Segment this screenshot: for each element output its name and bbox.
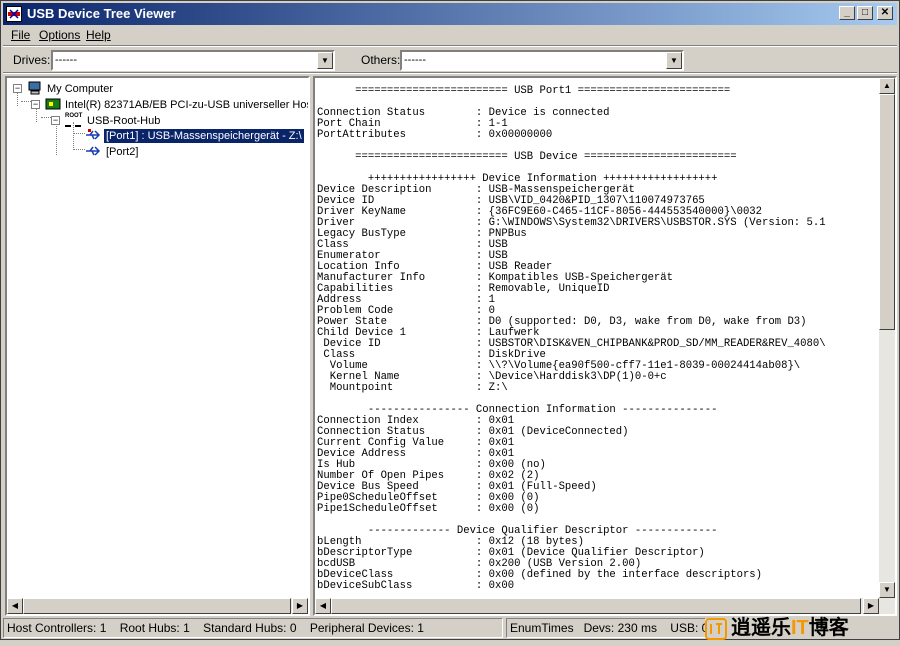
app-window: USB Device Tree Viewer _ □ ✕ File Option… — [0, 0, 900, 640]
drives-label: Drives: — [13, 53, 51, 67]
tree-node-label: My Computer — [47, 83, 114, 95]
watermark-logo-icon — [705, 617, 727, 640]
tree-node-port1[interactable]: [Port1] : USB-Massenspeichergerät - Z:\ — [85, 128, 308, 144]
host-controllers-count: Host Controllers: 1 — [7, 621, 107, 635]
usb-device-icon — [85, 128, 101, 142]
maximize-button[interactable]: □ — [857, 6, 873, 20]
scroll-right-icon[interactable]: ▶ — [863, 598, 879, 614]
scroll-up-icon[interactable]: ▲ — [879, 78, 895, 94]
tree-node-label: [Port1] : USB-Massenspeichergerät - Z:\ — [103, 128, 305, 144]
scroll-thumb[interactable] — [23, 598, 291, 614]
status-counts: Host Controllers: 1 Root Hubs: 1 Standar… — [3, 618, 503, 638]
peripheral-devices-count: Peripheral Devices: 1 — [309, 621, 424, 635]
detail-panel[interactable]: ======================== USB Port1 =====… — [313, 76, 897, 616]
computer-icon — [27, 81, 43, 95]
scroll-down-icon[interactable]: ▼ — [879, 582, 895, 598]
drives-value: ------ — [55, 54, 77, 66]
usb-time: USB: 0 ms — [670, 621, 705, 635]
collapse-icon[interactable]: − — [31, 100, 40, 109]
tree-node-host-controller[interactable]: − Intel(R) 82371AB/EB PCI-zu-USB univers… — [29, 97, 308, 113]
scroll-right-icon[interactable]: ▶ — [292, 598, 308, 614]
detail-text: ======================== USB Port1 =====… — [317, 85, 826, 592]
scroll-thumb[interactable] — [879, 94, 895, 330]
others-dropdown-arrow-icon[interactable]: ▼ — [666, 52, 682, 69]
tree-line — [73, 149, 85, 150]
tree-node-label: USB-Root-Hub — [87, 115, 161, 127]
window-title: USB Device Tree Viewer — [27, 6, 176, 21]
title-bar[interactable]: USB Device Tree Viewer _ □ ✕ — [3, 3, 897, 25]
collapse-icon[interactable]: − — [13, 84, 22, 93]
usb-port-icon — [85, 144, 101, 158]
tree-node-port2[interactable]: [Port2] — [85, 144, 185, 160]
status-enum-times: EnumTimes Devs: 230 ms USB: 0 ms — [506, 618, 706, 638]
menu-separator — [3, 45, 897, 47]
tree-node-root-hub[interactable]: − ROOT USB-Root-Hub — [49, 113, 249, 129]
usb-app-icon — [6, 6, 22, 22]
tree-line — [73, 133, 85, 134]
watermark-text-2: 博客 — [808, 617, 849, 639]
tree-node-label: [Port2] — [106, 146, 139, 158]
standard-hubs-count: Standard Hubs: 0 — [203, 621, 297, 635]
root-hub-icon: ROOT — [65, 113, 82, 127]
tree-horizontal-scrollbar[interactable]: ◀ ▶ — [7, 598, 308, 614]
watermark-text-it: IT — [791, 617, 809, 639]
menu-bar: File Options Help — [3, 26, 897, 45]
menu-help[interactable]: Help — [86, 28, 111, 42]
host-controller-icon — [45, 97, 61, 111]
drives-combo[interactable]: ------ ▼ — [51, 50, 335, 71]
menu-options[interactable]: Options — [39, 28, 80, 42]
collapse-icon[interactable]: − — [51, 116, 60, 125]
scroll-left-icon[interactable]: ◀ — [7, 598, 23, 614]
others-label: Others: — [361, 53, 401, 67]
others-combo[interactable]: ------ ▼ — [400, 50, 684, 71]
minimize-button[interactable]: _ — [839, 6, 855, 20]
menu-file[interactable]: File — [11, 28, 30, 42]
tree-node-my-computer[interactable]: − My Computer — [11, 81, 308, 97]
drives-dropdown-arrow-icon[interactable]: ▼ — [317, 52, 333, 69]
device-tree[interactable]: − My Computer − Intel(R) 82371AB/EB PCI-… — [5, 76, 310, 616]
detail-vertical-scrollbar[interactable]: ▲ ▼ — [879, 78, 895, 598]
root-hubs-count: Root Hubs: 1 — [119, 621, 190, 635]
watermark-text-1: 逍遥乐 — [731, 617, 791, 639]
devs-time: Devs: 230 ms — [583, 621, 657, 635]
others-value: ------ — [404, 54, 426, 66]
scroll-left-icon[interactable]: ◀ — [315, 598, 331, 614]
enum-times-label: EnumTimes — [510, 621, 574, 635]
tree-node-label: Intel(R) 82371AB/EB PCI-zu-USB universel… — [65, 99, 308, 111]
toolbar-separator — [3, 72, 897, 74]
close-button[interactable]: ✕ — [877, 6, 893, 20]
site-watermark: 逍遥乐IT博客 — [705, 611, 849, 640]
